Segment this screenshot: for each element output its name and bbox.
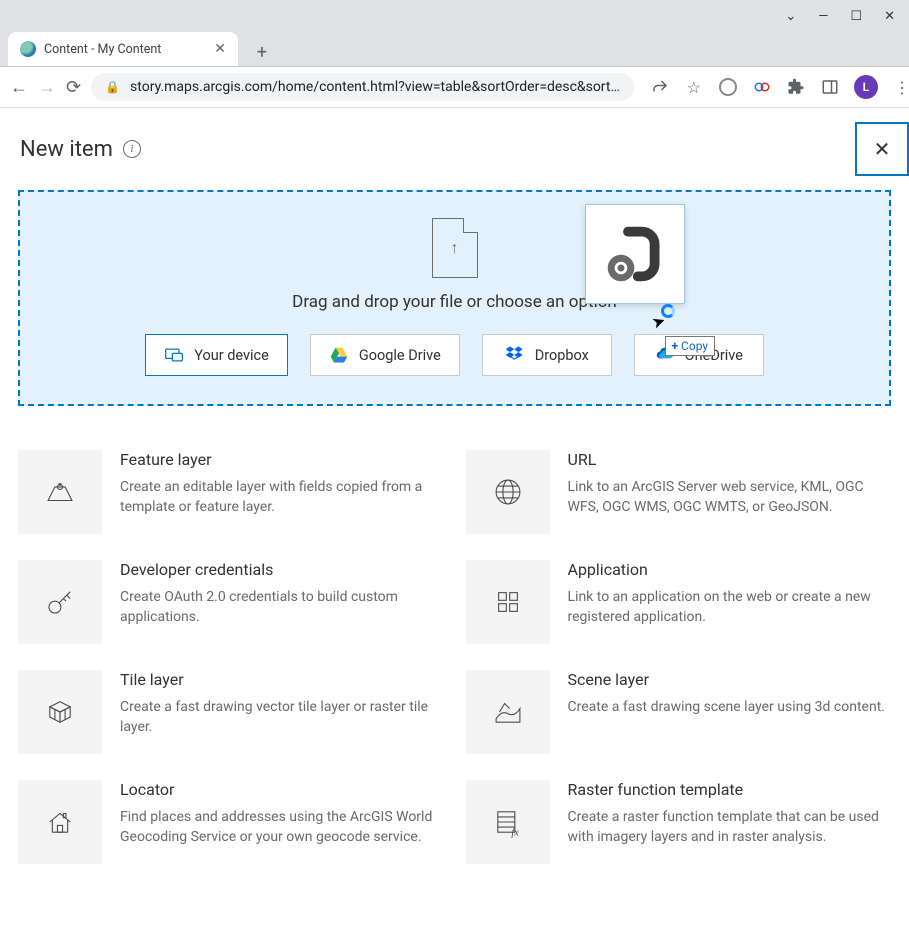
card-desc: Create a fast drawing scene layer using … [568,697,892,717]
tile-layer-icon [18,670,102,754]
dialog-close-button[interactable]: ✕ [855,122,909,176]
dragged-file-thumbnail [585,204,685,304]
card-title: Developer credentials [120,560,444,579]
extension-circle-icon[interactable] [718,77,738,97]
address-bar[interactable]: 🔒 story.maps.arcgis.com/home/content.htm… [91,73,634,101]
key-icon [18,560,102,644]
extension-toggle-icon[interactable] [752,77,772,97]
forward-button[interactable]: → [38,77,56,98]
chevron-down-icon[interactable]: ⌄ [785,9,796,24]
scene-layer-icon [466,670,550,754]
option-application[interactable]: Application Link to an application on th… [466,560,892,644]
url-text: story.maps.arcgis.com/home/content.html?… [130,79,620,95]
google-drive-icon [329,345,349,365]
star-icon[interactable]: ☆ [684,77,704,97]
option-tile-layer[interactable]: Tile layer Create a fast drawing vector … [18,670,444,754]
card-desc: Create OAuth 2.0 credentials to build cu… [120,587,444,628]
share-icon[interactable] [650,77,670,97]
cursor-icon: ➤ [647,312,671,336]
option-locator[interactable]: Locator Find places and addresses using … [18,780,444,864]
maximize-icon[interactable]: ☐ [850,9,862,24]
extensions-icon[interactable] [786,77,806,97]
dropzone-text: Drag and drop your file or choose an opt… [20,292,889,312]
card-desc: Create an editable layer with fields cop… [120,477,444,518]
minimize-icon[interactable]: — [818,9,828,24]
kebab-menu-icon[interactable]: ⋮ [892,77,909,97]
new-tab-button[interactable]: + [248,38,276,66]
option-developer-credentials[interactable]: Developer credentials Create OAuth 2.0 c… [18,560,444,644]
dropbox-button[interactable]: Dropbox [482,334,612,376]
card-desc: Link to an application on the web or cre… [568,587,892,628]
copy-badge-label: Copy [681,339,708,353]
google-drive-button[interactable]: Google Drive [310,334,460,376]
browser-toolbar: ← → ⟳ 🔒 story.maps.arcgis.com/home/conte… [0,67,909,108]
globe-icon [466,450,550,534]
svg-text:fx: fx [511,828,519,839]
info-icon[interactable]: i [123,140,141,158]
card-title: Tile layer [120,670,444,689]
dialog-header: New item i ✕ [0,108,909,190]
favicon-icon [20,41,36,57]
card-desc: Create a fast drawing vector tile layer … [120,697,444,738]
window-controls: ⌄ — ☐ ✕ [0,0,909,30]
option-feature-layer[interactable]: Feature layer Create an editable layer w… [18,450,444,534]
tab-title: Content - My Content [44,42,206,57]
raster-function-icon: fx [466,780,550,864]
option-raster-function-template[interactable]: fx Raster function template Create a ras… [466,780,892,864]
new-item-dialog: New item i ✕ ↑ ➤ [0,108,909,884]
tab-strip: Content - My Content ✕ + [0,30,909,66]
card-title: Scene layer [568,670,892,689]
card-title: Locator [120,780,444,799]
card-title: Raster function template [568,780,892,799]
dialog-title-text: New item [20,137,113,162]
google-drive-label: Google Drive [359,347,441,364]
back-button[interactable]: ← [10,77,28,98]
apps-grid-icon [466,560,550,644]
lock-icon: 🔒 [105,80,120,94]
card-title: Feature layer [120,450,444,469]
profile-avatar[interactable]: L [854,75,878,99]
house-icon [18,780,102,864]
item-type-grid: Feature layer Create an editable layer w… [0,406,909,884]
dropzone-header: ↑ ➤ + Copy [20,218,889,278]
card-desc: Link to an ArcGIS Server web service, KM… [568,477,892,518]
card-desc: Find places and addresses using the ArcG… [120,807,444,848]
your-device-label: Your device [194,347,269,364]
toolbar-icons: ☆ L ⋮ [644,75,909,99]
option-url[interactable]: URL Link to an ArcGIS Server web service… [466,450,892,534]
dropbox-icon [505,345,525,365]
window-close-icon[interactable]: ✕ [884,9,895,24]
plus-icon: + [672,339,679,353]
copy-badge: + Copy [665,336,716,356]
card-desc: Create a raster function template that c… [568,807,892,848]
your-device-button[interactable]: Your device [145,334,288,376]
reload-button[interactable]: ⟳ [66,77,81,98]
dialog-title: New item i [20,137,141,162]
upload-file-icon: ↑ [432,218,478,278]
browser-chrome: ⌄ — ☐ ✕ Content - My Content ✕ + [0,0,909,67]
browser-tab[interactable]: Content - My Content ✕ [8,32,238,66]
upload-options: Your device Google Drive Dropbox [20,334,889,376]
tab-close-icon[interactable]: ✕ [214,41,226,57]
card-title: URL [568,450,892,469]
card-title: Application [568,560,892,579]
option-scene-layer[interactable]: Scene layer Create a fast drawing scene … [466,670,892,754]
feature-layer-icon [18,450,102,534]
dropzone[interactable]: ↑ ➤ + Copy Drag an [18,190,891,406]
dropbox-label: Dropbox [535,347,589,364]
sidepanel-icon[interactable] [820,77,840,97]
device-icon [164,345,184,365]
